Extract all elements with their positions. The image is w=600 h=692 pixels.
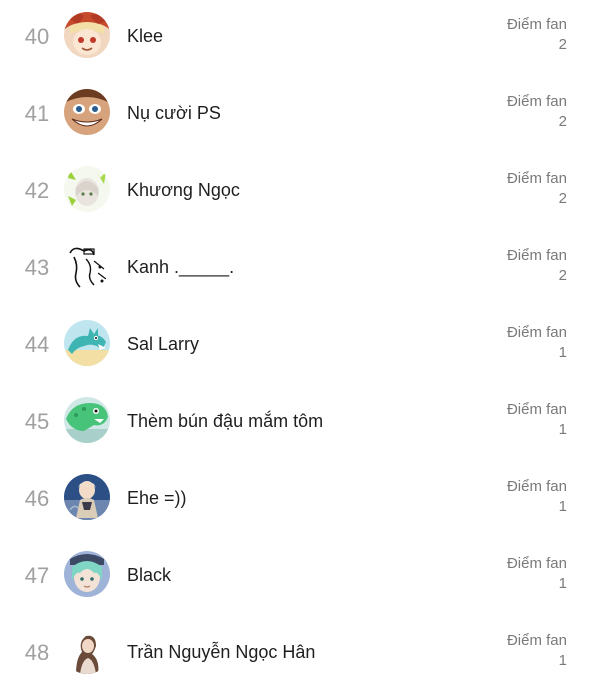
fan-score-value: 1: [558, 344, 567, 361]
fan-name[interactable]: Trần Nguyễn Ngọc Hân: [127, 641, 315, 663]
cartoon-creature-avatar-icon: [64, 320, 110, 366]
avatar[interactable]: [64, 89, 110, 135]
rank-number: 45: [24, 409, 50, 434]
fan-score-label: Điểm fan: [506, 401, 567, 418]
rank-number: 41: [24, 101, 50, 126]
sketch-doodle-avatar-icon: [64, 243, 110, 289]
grin-face-avatar-icon: [64, 89, 110, 135]
fan-score-value: 1: [558, 652, 567, 669]
fan-score-value: 2: [558, 113, 567, 130]
rank-number: 47: [24, 563, 50, 588]
avatar[interactable]: [64, 551, 110, 597]
avatar[interactable]: [64, 166, 110, 212]
fan-name[interactable]: Black: [127, 564, 171, 586]
green-dino-avatar-icon: [64, 397, 110, 443]
rank-number: 43: [24, 255, 50, 280]
girl-photo-avatar-icon: [64, 628, 110, 674]
fan-name[interactable]: Thèm bún đậu mắm tôm: [127, 410, 323, 432]
fan-ranking-list: 40 Klee Điểm fan 2 41 Nụ cười PS Điểm fa…: [0, 0, 600, 677]
klee-avatar-icon: [64, 12, 110, 58]
avatar[interactable]: [64, 320, 110, 366]
avatar[interactable]: [64, 243, 110, 289]
fan-name[interactable]: Nụ cười PS: [127, 102, 221, 124]
anime-girl-green-avatar-icon: [64, 166, 110, 212]
rank-number: 42: [24, 178, 50, 203]
avatar[interactable]: [64, 12, 110, 58]
fan-score-label: Điểm fan: [506, 170, 567, 187]
rank-number: 46: [24, 486, 50, 511]
list-item[interactable]: 47 Black Điểm fan 1: [0, 539, 600, 615]
fan-score-label: Điểm fan: [506, 632, 567, 649]
fan-score-value: 2: [558, 190, 567, 207]
fan-score-value: 1: [558, 421, 567, 438]
anime-boy-teal-hair-avatar-icon: [64, 551, 110, 597]
avatar[interactable]: [64, 628, 110, 674]
fan-score-label: Điểm fan: [506, 478, 567, 495]
list-item[interactable]: 44 Sal Larry Điểm fan 1: [0, 308, 600, 384]
rank-number: 44: [24, 332, 50, 357]
list-item[interactable]: 46 Ehe =)) Điểm fan 1: [0, 462, 600, 538]
fan-name[interactable]: Sal Larry: [127, 333, 199, 355]
list-item[interactable]: 48 Trần Nguyễn Ngọc Hân Điểm fan 1: [0, 616, 600, 692]
fan-score-label: Điểm fan: [506, 247, 567, 264]
anime-character-blue-avatar-icon: [64, 474, 110, 520]
fan-score-label: Điểm fan: [506, 93, 567, 110]
list-item[interactable]: 41 Nụ cười PS Điểm fan 2: [0, 77, 600, 153]
list-item[interactable]: 43 Kanh ._____. Điểm fan 2: [0, 231, 600, 307]
fan-score-value: 2: [558, 36, 567, 53]
rank-number: 40: [24, 24, 50, 49]
fan-score-value: 1: [558, 575, 567, 592]
fan-score-value: 2: [558, 267, 567, 284]
fan-name[interactable]: Klee: [127, 25, 163, 47]
list-item[interactable]: 40 Klee Điểm fan 2: [0, 0, 600, 76]
fan-score-label: Điểm fan: [506, 555, 567, 572]
fan-name[interactable]: Khương Ngọc: [127, 179, 240, 201]
fan-name[interactable]: Kanh ._____.: [127, 256, 234, 278]
avatar[interactable]: [64, 474, 110, 520]
fan-name[interactable]: Ehe =)): [127, 487, 187, 509]
list-item[interactable]: 45 Thèm bún đậu mắm tôm Điểm fan 1: [0, 385, 600, 461]
avatar[interactable]: [64, 397, 110, 443]
fan-score-label: Điểm fan: [506, 324, 567, 341]
fan-score-value: 1: [558, 498, 567, 515]
fan-score-label: Điểm fan: [506, 16, 567, 33]
list-item[interactable]: 42 Khương Ngọc Điểm fan 2: [0, 154, 600, 230]
rank-number: 48: [24, 640, 50, 665]
